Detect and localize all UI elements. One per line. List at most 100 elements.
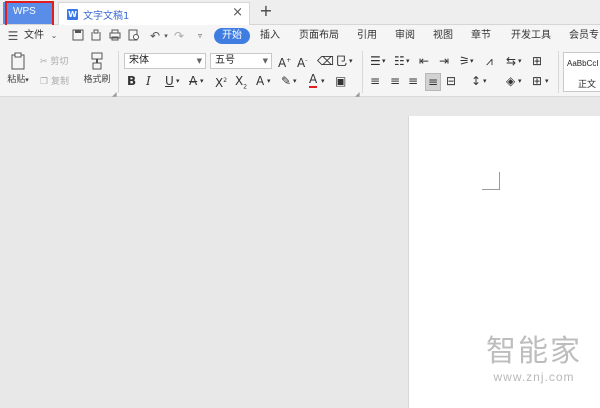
tab-bar: WPS W 文字文稿1 × + [0, 0, 600, 25]
chevron-down-icon: ▼ [196, 57, 202, 65]
tab-developer[interactable]: 开发工具 [511, 29, 551, 43]
menu-file[interactable]: 文件 [24, 29, 44, 43]
document-tab-title: 文字文稿1 [83, 11, 130, 22]
superscript-icon[interactable]: X2 [215, 73, 227, 91]
page-margin-marker [482, 172, 500, 190]
style-sample-text: AaBbCcI [567, 59, 599, 68]
scissors-icon: ✂ [40, 57, 48, 67]
ribbon-divider [118, 51, 119, 93]
underline-icon[interactable]: U [165, 73, 174, 89]
style-name-label: 正文 [578, 80, 597, 90]
cut-label: 剪切 [50, 57, 69, 67]
distribute-icon[interactable]: ⊟ [446, 73, 456, 89]
tab-insert[interactable]: 插入 [260, 29, 280, 43]
chevron-down-icon[interactable]: ▾ [406, 53, 410, 69]
italic-icon[interactable]: I [146, 73, 151, 89]
save-icon[interactable] [71, 29, 85, 43]
watermark: 智能家 www.znj.com [472, 334, 596, 384]
chevron-down-icon[interactable]: ▾ [349, 53, 353, 69]
chevron-down-icon: ▼ [262, 57, 268, 65]
bold-icon[interactable]: B [127, 73, 136, 89]
chevron-down-icon[interactable]: ▾ [267, 73, 271, 89]
font-name-value: 宋体 [129, 55, 149, 66]
strikethrough-icon[interactable]: A [189, 73, 197, 89]
numbered-list-icon[interactable]: ☷ [394, 53, 405, 69]
borders-icon[interactable]: ⊞ [532, 73, 542, 89]
align-center-icon[interactable]: ≡ [390, 73, 400, 89]
cut-button[interactable]: ✂ 剪切 [40, 55, 68, 69]
tab-home[interactable]: 开始 [214, 28, 250, 44]
watermark-url: www.znj.com [493, 370, 575, 384]
justify-icon[interactable]: ≡ [425, 73, 441, 91]
decrease-indent-icon[interactable]: ⇤ [419, 53, 429, 69]
menu-bar: ☰ 文件 ⌄ ↶ ▾ ↷ ▿ 开始 插入 页面布局 引用 审阅 视图 章节 开发… [0, 25, 600, 47]
chevron-down-icon[interactable]: ▾ [518, 73, 522, 89]
copy-label: 复制 [50, 77, 69, 87]
chevron-down-icon[interactable]: ▾ [176, 73, 180, 89]
watermark-title: 智能家 [486, 334, 582, 369]
chevron-down-icon[interactable]: ▾ [545, 73, 549, 89]
copy-icon: ❐ [40, 77, 49, 87]
tab-view[interactable]: 视图 [433, 29, 453, 43]
highlight-pen-icon[interactable]: ✎ [281, 73, 291, 89]
font-color-icon[interactable]: A [309, 73, 318, 88]
clipboard-icon[interactable] [89, 29, 103, 43]
bullet-list-icon[interactable]: ☰ [370, 53, 381, 69]
print-icon[interactable] [108, 29, 122, 43]
undo-dropdown-icon[interactable]: ▾ [159, 29, 173, 43]
paint-brush-icon [82, 52, 112, 72]
close-icon[interactable]: × [232, 5, 243, 21]
text-effect-icon[interactable]: A [256, 73, 264, 89]
tab-references[interactable]: 引用 [357, 29, 377, 43]
tab-page-layout[interactable]: 页面布局 [299, 29, 339, 43]
chevron-down-icon[interactable]: ▾ [382, 53, 386, 69]
tab-review[interactable]: 审阅 [395, 29, 415, 43]
chevron-down-icon[interactable]: ▾ [483, 73, 487, 89]
align-right-icon[interactable]: ≡ [408, 73, 418, 89]
hamburger-menu-icon[interactable]: ☰ [6, 29, 20, 43]
style-normal[interactable]: AaBbCcI 正文 [563, 52, 600, 92]
paste-button[interactable]: 粘贴▾ [4, 52, 32, 85]
chevron-down-icon[interactable]: ▾ [518, 53, 522, 69]
paste-icon [4, 52, 32, 72]
group-expand-icon[interactable]: ◢ [355, 91, 360, 98]
chevron-down-icon[interactable]: ▾ [200, 73, 204, 89]
show-marks-icon[interactable]: ⩘ [486, 53, 493, 69]
subscript-icon[interactable]: X2 [235, 73, 247, 95]
more-icon[interactable]: ▿ [193, 29, 207, 43]
redo-icon[interactable]: ↷ [172, 29, 186, 43]
char-border-icon[interactable]: ▣ [335, 73, 346, 89]
font-name-select[interactable]: 宋体 ▼ [124, 53, 206, 69]
format-painter-label: 格式刷 [83, 75, 111, 85]
tab-member[interactable]: 会员专 [569, 29, 599, 43]
ribbon-toolbar: 粘贴▾ ✂ 剪切 ❐ 复制 格式刷 ◢ 宋体 ▼ 五号 ▼ A+ A- ⌫ 㔾 … [0, 47, 600, 98]
shrink-font-icon[interactable]: A- [297, 53, 307, 71]
chevron-down-icon[interactable]: ⌄ [47, 29, 61, 43]
increase-indent-icon[interactable]: ⇥ [439, 53, 449, 69]
group-expand-icon[interactable]: ◢ [112, 91, 117, 98]
chevron-down-icon[interactable]: ▾ [470, 53, 474, 69]
paste-label: 粘贴 [7, 75, 26, 85]
print-preview-icon[interactable] [127, 29, 141, 43]
tab-chapter[interactable]: 章节 [471, 29, 491, 43]
font-size-value: 五号 [215, 55, 235, 66]
wps-home-tab[interactable]: WPS [3, 2, 54, 24]
shading-icon[interactable]: ◈ [506, 73, 515, 89]
copy-button[interactable]: ❐ 复制 [40, 75, 69, 89]
chevron-down-icon[interactable]: ▾ [293, 73, 297, 89]
font-size-select[interactable]: 五号 ▼ [210, 53, 272, 69]
grow-font-icon[interactable]: A+ [278, 53, 291, 71]
pinyin-guide-icon[interactable]: 㔾 [335, 53, 347, 69]
chinese-layout-icon[interactable]: ⚞ [459, 53, 470, 69]
clear-format-icon[interactable]: ⌫ [317, 53, 334, 69]
line-spacing-icon[interactable]: ↕ [471, 73, 481, 89]
document-tab[interactable]: W 文字文稿1 × [58, 2, 250, 25]
sort-icon[interactable]: ⇆ [506, 53, 516, 69]
new-tab-button[interactable]: + [259, 1, 273, 21]
writer-doc-icon: W [67, 9, 78, 20]
chevron-down-icon[interactable]: ▾ [321, 73, 325, 89]
ribbon-divider [558, 51, 559, 93]
table-tool-icon[interactable]: ⊞ [532, 53, 542, 69]
align-left-icon[interactable]: ≡ [370, 73, 380, 89]
format-painter-button[interactable]: 格式刷 [82, 52, 112, 85]
